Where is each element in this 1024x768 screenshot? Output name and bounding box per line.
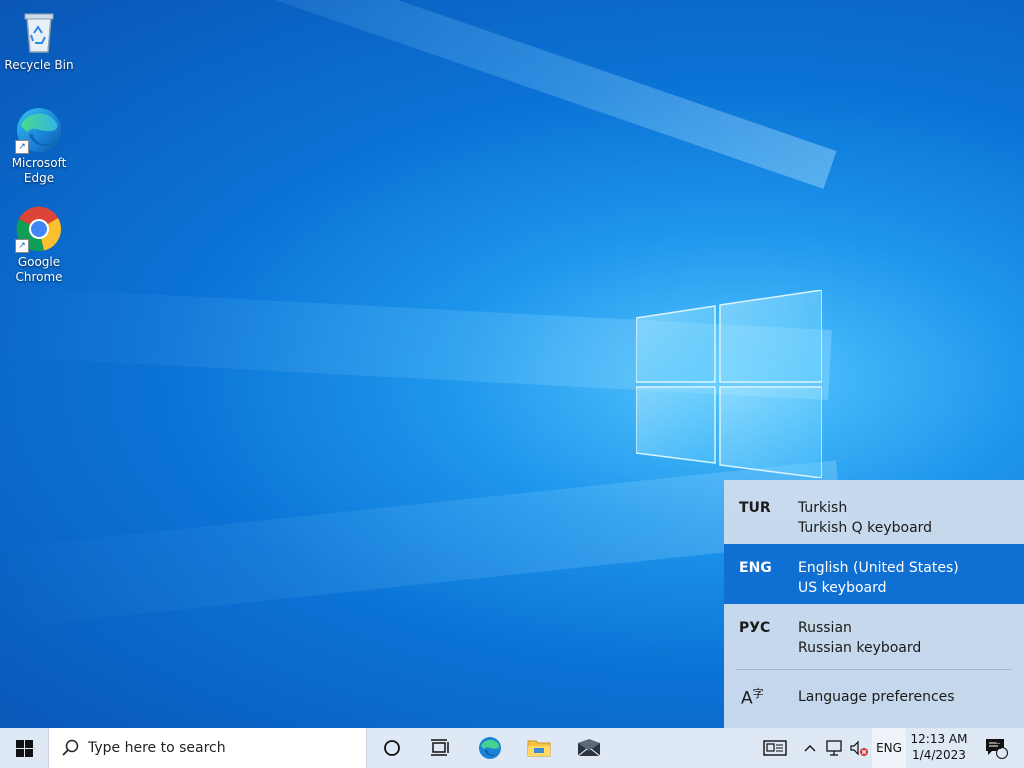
mail-icon bbox=[577, 739, 601, 757]
desktop-icon-edge[interactable]: ↗ Microsoft Edge bbox=[1, 106, 77, 186]
desktop-icon-recycle-bin[interactable]: Recycle Bin bbox=[1, 8, 77, 73]
news-and-interests-button[interactable] bbox=[760, 728, 790, 768]
desktop-icon-label: Google Chrome bbox=[15, 255, 63, 284]
edge-icon: ↗ bbox=[15, 106, 63, 154]
input-language-indicator[interactable]: ENG bbox=[872, 728, 906, 768]
light-beam bbox=[0, 460, 845, 628]
language-name: English (United States) bbox=[798, 560, 959, 576]
taskbar-edge-button[interactable] bbox=[470, 728, 510, 768]
show-hidden-icons-button[interactable] bbox=[800, 728, 820, 768]
desktop-icon-chrome[interactable]: ↗ Google Chrome bbox=[1, 205, 77, 285]
clock-date: 1/4/2023 bbox=[912, 748, 966, 762]
cortana-circle-icon bbox=[384, 740, 400, 756]
notification-count-badge: 2 bbox=[996, 741, 1003, 752]
chevron-up-icon bbox=[804, 745, 816, 752]
volume-muted-icon bbox=[850, 740, 868, 756]
keyboard-layout: Russian keyboard bbox=[798, 640, 922, 656]
desktop-background: Recycle Bin ↗ Microsoft Edge ↗ Google Ch… bbox=[0, 0, 1024, 728]
desktop-icon-label: Recycle Bin bbox=[4, 58, 74, 72]
windows-start-icon bbox=[15, 739, 33, 757]
language-option-english[interactable]: ENG English (United States) US keyboard bbox=[724, 544, 1024, 604]
action-center-button[interactable]: 2 bbox=[976, 728, 1016, 768]
news-icon bbox=[763, 740, 787, 756]
shortcut-arrow-icon: ↗ bbox=[15, 239, 29, 253]
language-name: Russian bbox=[798, 620, 852, 636]
language-preferences-label: Language preferences bbox=[798, 689, 955, 705]
flyout-divider bbox=[736, 669, 1012, 670]
folder-icon bbox=[527, 740, 551, 757]
language-code: ENG bbox=[739, 560, 772, 576]
taskbar-search-box[interactable]: Type here to search bbox=[48, 728, 367, 768]
shortcut-arrow-icon: ↗ bbox=[15, 140, 29, 154]
language-option-russian[interactable]: РУС Russian Russian keyboard bbox=[724, 604, 1024, 664]
search-icon bbox=[62, 739, 79, 756]
keyboard-layout: US keyboard bbox=[798, 580, 887, 596]
taskbar: Type here to search ENG 12:13 AM 1/4/202… bbox=[0, 728, 1024, 768]
clock-time: 12:13 AM bbox=[910, 732, 968, 746]
task-view-icon bbox=[431, 739, 449, 756]
desktop-icon-label: Microsoft Edge bbox=[11, 156, 67, 185]
taskbar-file-explorer-button[interactable] bbox=[519, 728, 559, 768]
language-settings-icon: A字 bbox=[741, 687, 764, 709]
language-name: Turkish bbox=[798, 500, 848, 516]
edge-icon bbox=[479, 737, 501, 759]
task-view-button[interactable] bbox=[420, 728, 460, 768]
cortana-button[interactable] bbox=[372, 728, 412, 768]
network-icon bbox=[826, 740, 842, 756]
taskbar-mail-button[interactable] bbox=[568, 728, 610, 768]
chrome-icon: ↗ bbox=[15, 205, 63, 253]
language-code: РУС bbox=[739, 620, 771, 636]
start-button[interactable] bbox=[0, 728, 48, 768]
language-code: TUR bbox=[739, 500, 771, 516]
recycle-bin-icon bbox=[15, 8, 63, 56]
windows-logo bbox=[636, 290, 822, 478]
clock[interactable]: 12:13 AM 1/4/2023 bbox=[908, 728, 970, 768]
search-placeholder: Type here to search bbox=[88, 740, 226, 756]
language-option-turkish[interactable]: TUR Turkish Turkish Q keyboard bbox=[724, 484, 1024, 544]
language-flyout: TUR Turkish Turkish Q keyboard ENG Engli… bbox=[724, 480, 1024, 728]
light-beam bbox=[95, 0, 837, 189]
keyboard-layout: Turkish Q keyboard bbox=[798, 520, 933, 536]
volume-button[interactable] bbox=[848, 728, 870, 768]
network-status-button[interactable] bbox=[823, 728, 847, 768]
language-indicator-label: ENG bbox=[876, 741, 902, 755]
